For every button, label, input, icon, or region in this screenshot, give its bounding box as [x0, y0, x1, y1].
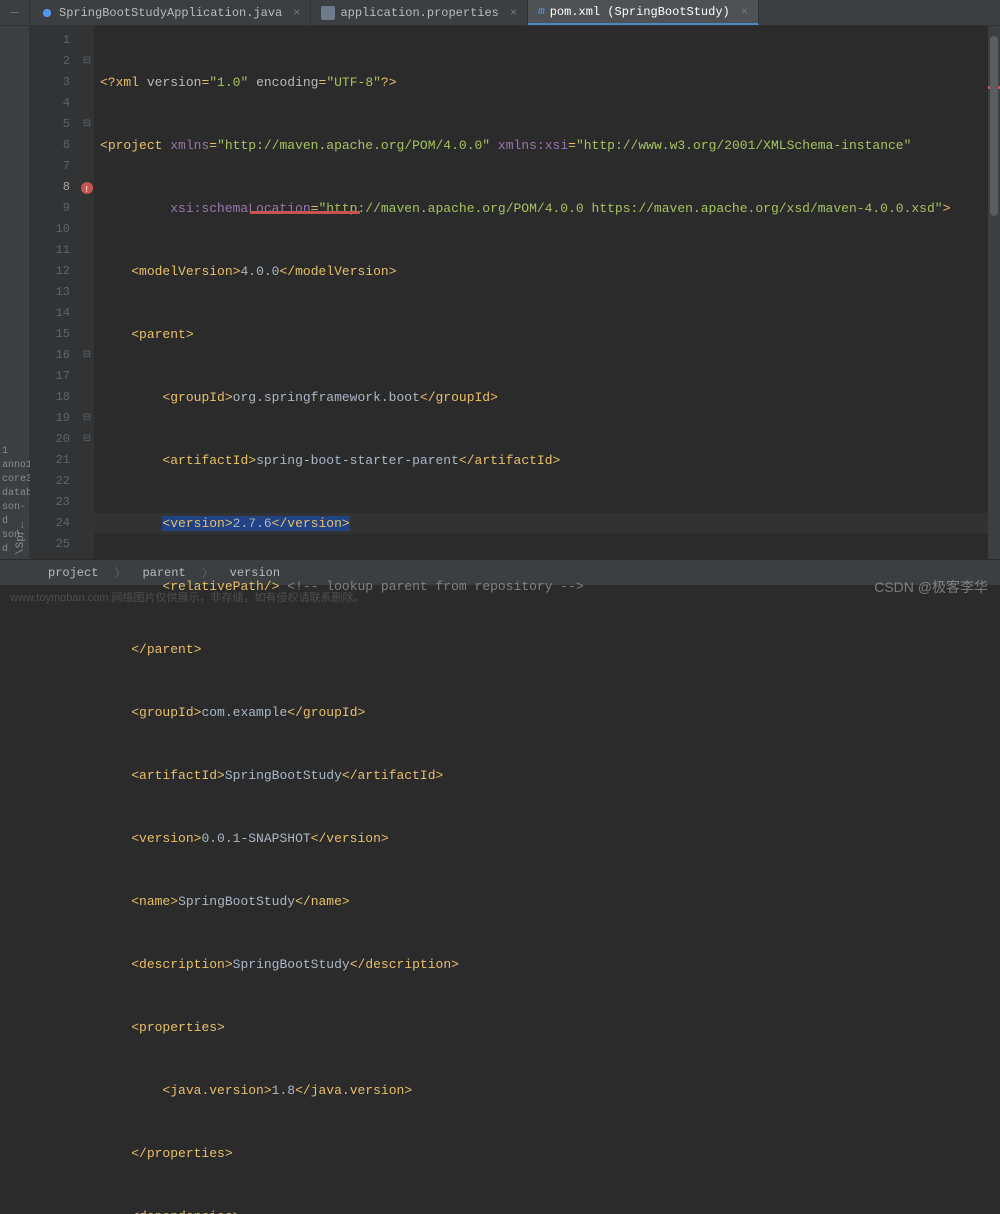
- code-line-current: <version>2.7.6</version>: [94, 513, 1000, 534]
- tab-label: SpringBootStudyApplication.java: [59, 6, 282, 20]
- fold-icon[interactable]: ⊟: [80, 114, 94, 135]
- code-line: <properties>: [94, 1017, 1000, 1038]
- watermark-text: CSDN @极客李华: [874, 577, 988, 597]
- tab-pom-file[interactable]: m pom.xml (SpringBootStudy) ×: [528, 0, 759, 25]
- close-icon[interactable]: ×: [741, 5, 748, 19]
- code-line: <project xmlns="http://maven.apache.org/…: [94, 135, 1000, 156]
- code-line: <groupId>org.springframework.boot</group…: [94, 387, 1000, 408]
- tab-control-icon[interactable]: —: [0, 0, 30, 25]
- editor-tabs: — SpringBootStudyApplication.java × appl…: [0, 0, 1000, 26]
- fold-icon[interactable]: ⊟: [80, 429, 94, 450]
- close-icon[interactable]: ×: [293, 6, 300, 20]
- code-line: <java.version>1.8</java.version>: [94, 1080, 1000, 1101]
- code-line: <parent>: [94, 324, 1000, 345]
- tab-java-file[interactable]: SpringBootStudyApplication.java ×: [30, 0, 311, 25]
- fold-icon[interactable]: ⊟: [80, 408, 94, 429]
- maven-icon: m: [538, 6, 545, 18]
- fold-icon[interactable]: ⊟: [80, 51, 94, 72]
- close-icon[interactable]: ×: [510, 6, 517, 20]
- code-editor[interactable]: 1 2 3 4 5 6 7 8 9 10 11 12 13 14 15 16 1…: [30, 26, 1000, 559]
- error-underline: [250, 211, 360, 214]
- code-line: <artifactId>spring-boot-starter-parent</…: [94, 450, 1000, 471]
- code-line: </properties>: [94, 1143, 1000, 1164]
- code-line: </parent>: [94, 639, 1000, 660]
- code-line: <description>SpringBootStudy</descriptio…: [94, 954, 1000, 975]
- line-number-gutter: 1 2 3 4 5 6 7 8 9 10 11 12 13 14 15 16 1…: [30, 26, 80, 559]
- java-icon: [40, 6, 54, 20]
- properties-icon: [321, 6, 335, 20]
- code-line: <groupId>com.example</groupId>: [94, 702, 1000, 723]
- footer-notice: www.toymoban.com 网络图片仅供展示，非存储，如有侵权请联系删除。: [10, 589, 364, 605]
- code-line: <artifactId>SpringBootStudy</artifactId>: [94, 765, 1000, 786]
- code-line: <modelVersion>4.0.0</modelVersion>: [94, 261, 1000, 282]
- fold-icon[interactable]: ⊟: [80, 345, 94, 366]
- vertical-scrollbar[interactable]: [988, 26, 1000, 559]
- scrollbar-thumb[interactable]: [990, 36, 998, 216]
- tab-properties-file[interactable]: application.properties ×: [311, 0, 528, 25]
- code-line: <version>0.0.1-SNAPSHOT</version>: [94, 828, 1000, 849]
- left-clipped-labels: 1 anno1 core3 datab son-d son-d: [0, 445, 30, 557]
- tab-label: application.properties: [340, 6, 498, 20]
- code-line: <?xml version="1.0" encoding="UTF-8"?>: [94, 72, 1000, 93]
- error-lamp-icon[interactable]: [80, 177, 94, 198]
- fold-gutter: ⊟ ⊟ ⊟ ⊟ ⊟: [80, 26, 94, 559]
- tab-label: pom.xml (SpringBootStudy): [550, 5, 730, 19]
- code-line: <dependencies>: [94, 1206, 1000, 1214]
- code-line: xsi:schemaLocation="http://maven.apache.…: [94, 198, 1000, 219]
- code-content[interactable]: <?xml version="1.0" encoding="UTF-8"?> <…: [94, 26, 1000, 559]
- code-line: <name>SpringBootStudy</name>: [94, 891, 1000, 912]
